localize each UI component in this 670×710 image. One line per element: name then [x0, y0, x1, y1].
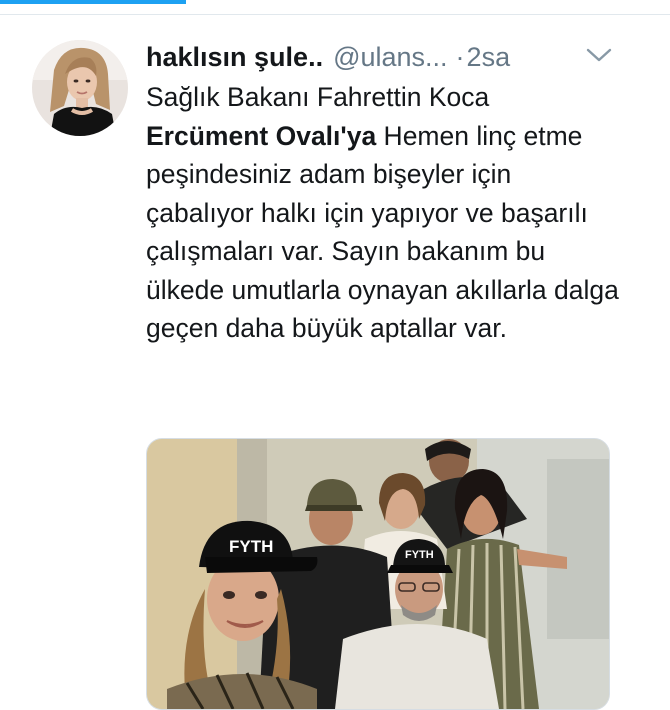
tweet-media-photo[interactable]: FYTH FYTH [146, 438, 610, 710]
active-tab-indicator [0, 0, 186, 4]
cap-logo-large: FYTH [229, 537, 273, 556]
tweet-text-body: Hemen linç etme peşindesiniz adam bişeyl… [146, 120, 619, 344]
display-name[interactable]: haklısın şule.. [146, 42, 323, 72]
avatar[interactable] [32, 40, 128, 136]
mention-link[interactable]: Ercüment Ovalı'ya [146, 121, 376, 151]
group-selfie-photo: FYTH FYTH [147, 439, 609, 709]
separator-dot: · [455, 42, 465, 72]
top-divider [0, 14, 670, 15]
tweet-timestamp[interactable]: 2sa [467, 42, 511, 72]
tweet-header: haklısın şule.. @ulans... ·2sa [146, 40, 616, 74]
chevron-down-icon[interactable] [584, 44, 614, 66]
cap-logo-small: FYTH [405, 549, 434, 561]
tweet-text: Sağlık Bakanı Fahrettin Koca Ercüment Ov… [146, 78, 626, 348]
user-handle[interactable]: @ulans... [333, 42, 447, 72]
tweet-text-line1: Sağlık Bakanı Fahrettin Koca [146, 82, 490, 112]
avatar-image [32, 40, 128, 136]
